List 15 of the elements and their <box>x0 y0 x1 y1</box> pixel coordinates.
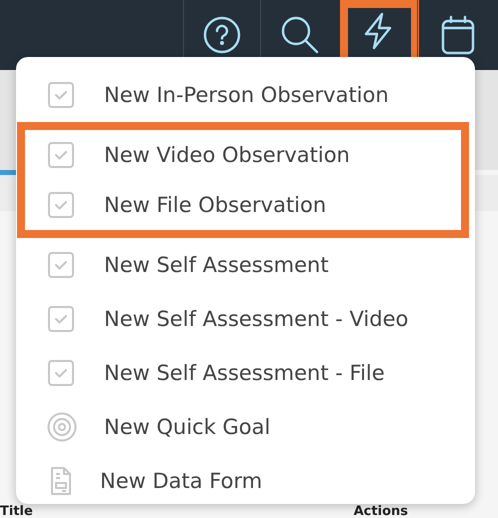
menu-item[interactable]: New Self Assessment - Video <box>16 292 475 346</box>
menu-item[interactable]: New Video Observation <box>16 130 461 180</box>
document-icon <box>50 466 72 496</box>
menu-item[interactable]: New File Observation <box>16 180 461 230</box>
column-header: Title <box>0 505 33 518</box>
menu-item[interactable]: New Quick Goal <box>16 400 475 454</box>
calendar-icon[interactable] <box>441 15 475 55</box>
menu-item[interactable]: New Self Assessment - File <box>16 346 475 400</box>
menu-item[interactable]: New In-Person Observation <box>16 68 475 122</box>
help-icon[interactable] <box>203 16 241 54</box>
column-header: Actions <box>354 505 408 518</box>
lightning-icon[interactable] <box>363 12 393 50</box>
target-icon <box>47 412 77 442</box>
menu-item[interactable]: New Self Assessment <box>16 238 475 292</box>
search-icon[interactable] <box>280 15 320 55</box>
